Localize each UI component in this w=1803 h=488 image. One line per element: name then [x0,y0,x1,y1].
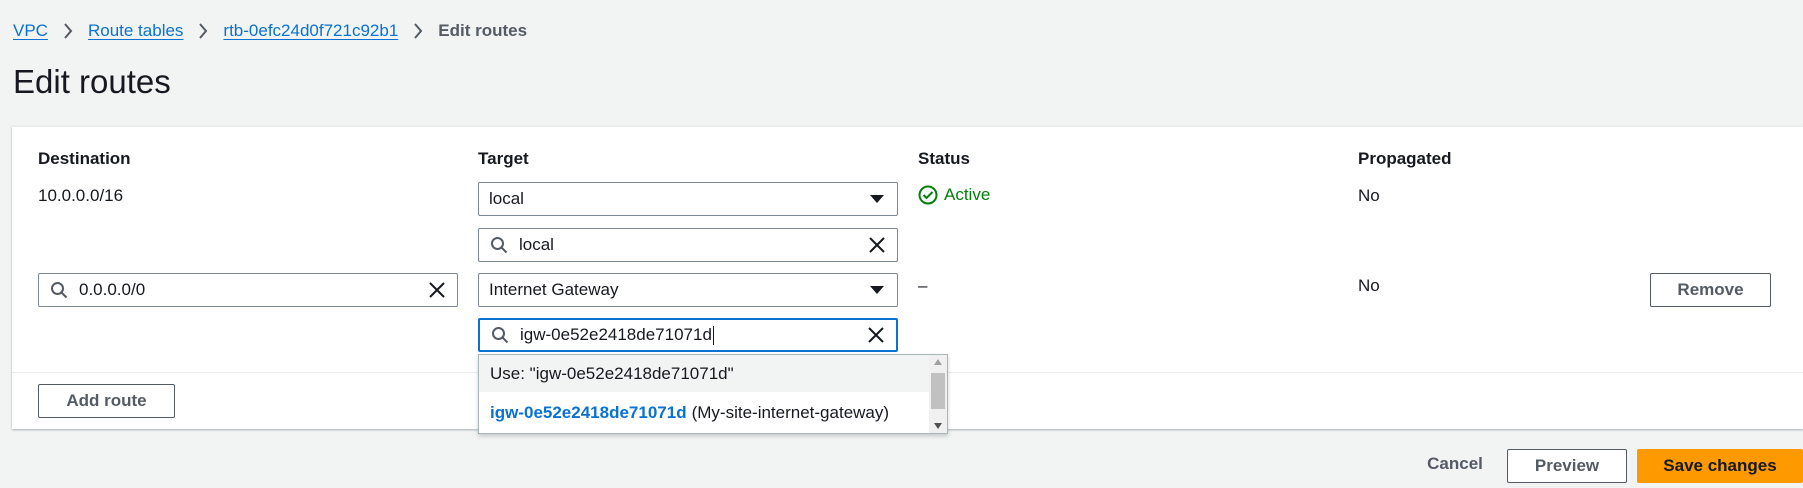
scroll-up-icon[interactable] [934,359,942,365]
status-text: Active [944,185,991,204]
search-icon [480,326,520,344]
propagated-value: No [1358,276,1380,295]
clear-icon[interactable] [417,282,457,298]
column-header-destination: Destination [38,149,131,168]
breadcrumb-route-tables[interactable]: Route tables [88,21,183,41]
text-cursor [712,326,714,345]
dropdown-option-name: (My-site-internet-gateway) [691,402,890,422]
target-search-value: local [519,235,554,254]
page-title: Edit routes [13,63,171,100]
column-header-status: Status [918,149,970,168]
column-header-propagated: Propagated [1358,149,1452,168]
scroll-down-icon[interactable] [934,423,942,429]
dropdown-option-igw[interactable]: igw-0e52e2418de71071d (My-site-internet-… [479,394,931,431]
chevron-right-icon [198,23,208,39]
cancel-button[interactable]: Cancel [1400,447,1510,481]
caret-down-icon [857,194,897,204]
breadcrumb-vpc[interactable]: VPC [13,21,48,41]
chevron-right-icon [63,23,73,39]
caret-down-icon [857,285,897,295]
destination-input-value: 0.0.0.0/0 [79,280,146,299]
target-search-value: igw-0e52e2418de71071d [520,324,712,344]
destination-input[interactable]: 0.0.0.0/0 [38,273,458,307]
target-select-value: Internet Gateway [489,280,619,299]
status-badge: Active [918,185,990,205]
preview-button[interactable]: Preview [1507,449,1627,483]
route-destination-text: 10.0.0.0/16 [38,186,124,205]
chevron-right-icon [413,23,423,39]
breadcrumb-route-table-id[interactable]: rtb-0efc24d0f721c92b1 [223,21,398,41]
target-select-value: local [489,189,524,208]
breadcrumb: VPC Route tables rtb-0efc24d0f721c92b1 E… [13,20,527,42]
check-circle-icon [918,185,938,205]
save-changes-button[interactable]: Save changes [1637,449,1803,483]
dropdown-option-use[interactable]: Use: "igw-0e52e2418de71071d" [479,355,931,392]
add-route-button[interactable]: Add route [38,384,175,418]
target-search-input[interactable]: local [478,228,898,262]
clear-icon[interactable] [856,327,896,343]
dropdown-option-id: igw-0e52e2418de71071d [490,402,687,422]
scrollbar-thumb[interactable] [931,373,945,409]
search-icon [479,236,519,254]
breadcrumb-current: Edit routes [438,21,528,40]
target-select[interactable]: local [478,182,898,216]
search-icon [39,281,79,299]
remove-button[interactable]: Remove [1650,273,1771,307]
propagated-value: No [1358,186,1380,205]
dropdown-scrollbar[interactable] [929,355,947,433]
status-empty: – [918,276,928,295]
target-search-input[interactable]: igw-0e52e2418de71071d [478,318,898,352]
clear-icon[interactable] [857,237,897,253]
target-select[interactable]: Internet Gateway [478,273,898,307]
column-header-target: Target [478,149,529,168]
target-dropdown-list: Use: "igw-0e52e2418de71071d" igw-0e52e24… [478,354,948,434]
